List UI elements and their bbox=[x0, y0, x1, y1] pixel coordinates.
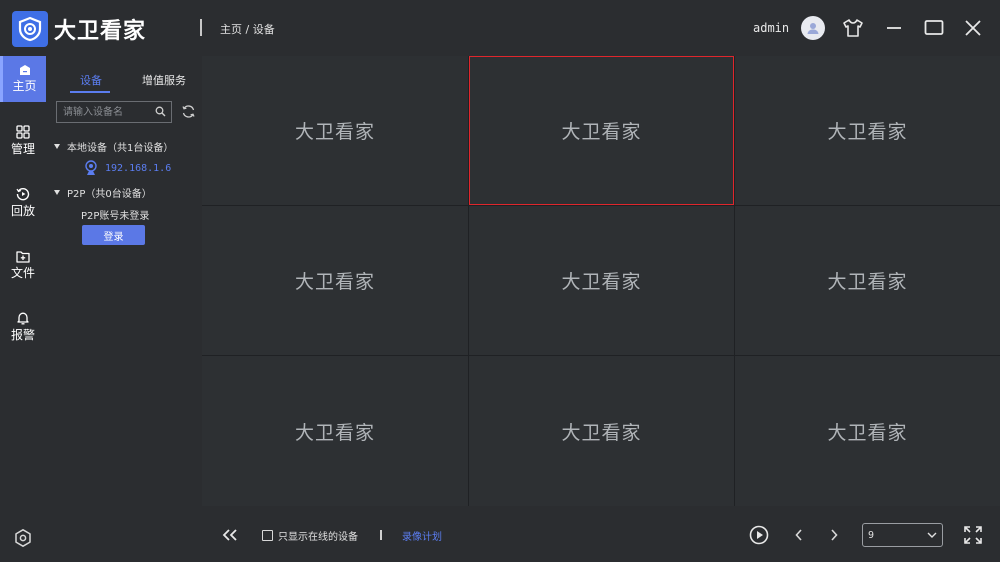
username[interactable]: admin bbox=[753, 21, 789, 35]
expand-triangle-icon bbox=[54, 144, 60, 149]
toolbar-separator bbox=[380, 530, 382, 540]
nav-label-manage: 管理 bbox=[10, 142, 35, 156]
minimize-icon[interactable] bbox=[882, 16, 906, 40]
video-grid: 大卫看家 大卫看家 大卫看家 大卫看家 大卫看家 大卫看家 大卫看家 大卫看家 … bbox=[202, 56, 1000, 506]
search-icon[interactable] bbox=[155, 106, 166, 120]
video-cell[interactable]: 大卫看家 bbox=[202, 356, 468, 506]
local-group-label: 本地设备（共1台设备） bbox=[67, 143, 174, 154]
video-cell[interactable]: 大卫看家 bbox=[469, 356, 734, 506]
split-count-value: 9 bbox=[868, 529, 875, 541]
chevron-down-icon bbox=[927, 532, 937, 538]
online-only-checkbox[interactable]: 只显示在线的设备 bbox=[262, 528, 358, 543]
video-cell-selected[interactable]: 大卫看家 bbox=[469, 56, 734, 205]
device-item[interactable]: 192.168.1.6 bbox=[84, 160, 171, 176]
tab-devices[interactable]: 设备 bbox=[80, 72, 102, 88]
video-cell[interactable]: 大卫看家 bbox=[469, 206, 734, 355]
expand-triangle-icon bbox=[54, 190, 60, 195]
title-bar: 大卫看家 主页 / 设备 admin bbox=[0, 0, 1000, 56]
playback-icon bbox=[16, 187, 30, 201]
nav-label-files: 文件 bbox=[10, 265, 35, 280]
collapse-panel-icon[interactable] bbox=[220, 525, 240, 545]
nav-item-manage[interactable]: 管理 bbox=[0, 118, 46, 164]
search-box bbox=[56, 101, 172, 123]
folder-icon bbox=[16, 250, 30, 263]
tree-local-devices[interactable]: 本地设备（共1台设备） bbox=[54, 139, 173, 154]
checkbox-box[interactable] bbox=[262, 530, 273, 541]
user-avatar-icon[interactable] bbox=[801, 16, 825, 40]
camera-icon bbox=[85, 160, 97, 175]
p2p-group-label: P2P（共0台设备） bbox=[67, 189, 152, 200]
split-count-select[interactable]: 9 bbox=[862, 523, 943, 547]
settings-icon[interactable] bbox=[13, 528, 33, 551]
tab-value-added-services[interactable]: 增值服务 bbox=[142, 72, 186, 88]
video-cell[interactable]: 大卫看家 bbox=[735, 56, 1000, 205]
maximize-icon[interactable] bbox=[922, 16, 946, 40]
nav-item-alarm[interactable]: 报警 bbox=[0, 304, 46, 350]
device-search-input[interactable] bbox=[57, 102, 151, 122]
p2p-login-note: P2P账号未登录 bbox=[81, 211, 150, 222]
device-panel: 设备 增值服务 本地设备（共1台设备） 192.168.1.6 P2P（共0台设… bbox=[46, 56, 202, 562]
nav-label-playback: 回放 bbox=[10, 204, 35, 218]
video-cell[interactable]: 大卫看家 bbox=[202, 56, 468, 205]
breadcrumb: 主页 / 设备 bbox=[220, 23, 275, 36]
nav-label-alarm: 报警 bbox=[10, 328, 35, 342]
home-icon bbox=[19, 65, 30, 75]
video-cell[interactable]: 大卫看家 bbox=[735, 356, 1000, 506]
fullscreen-icon[interactable] bbox=[962, 524, 984, 546]
next-page-icon[interactable] bbox=[825, 526, 843, 544]
nav-label-home: 主页 bbox=[12, 79, 37, 93]
nav-item-files[interactable]: 文件 bbox=[0, 242, 46, 288]
previous-page-icon[interactable] bbox=[790, 526, 808, 544]
app-name: 大卫看家 bbox=[54, 19, 147, 44]
bottom-toolbar: 只显示在线的设备 录像计划 9 bbox=[202, 506, 1000, 562]
app-logo-icon bbox=[12, 11, 48, 47]
skin-shirt-icon[interactable] bbox=[841, 16, 865, 40]
tree-p2p-devices[interactable]: P2P（共0台设备） bbox=[54, 185, 152, 200]
device-ip: 192.168.1.6 bbox=[105, 162, 172, 174]
nav-item-home[interactable]: 主页 bbox=[0, 56, 46, 102]
video-cell[interactable]: 大卫看家 bbox=[735, 206, 1000, 355]
play-icon[interactable] bbox=[748, 524, 770, 546]
record-plan-link[interactable]: 录像计划 bbox=[402, 528, 442, 543]
bell-icon bbox=[17, 312, 29, 325]
title-separator bbox=[200, 19, 202, 36]
refresh-icon[interactable] bbox=[181, 104, 196, 122]
grid-icon bbox=[16, 125, 30, 139]
left-nav: 主页 管理 回放 文件 报警 bbox=[0, 56, 46, 562]
login-button[interactable]: 登录 bbox=[82, 225, 145, 245]
tab-active-underline bbox=[70, 91, 110, 93]
nav-item-playback[interactable]: 回放 bbox=[0, 180, 46, 226]
close-icon[interactable] bbox=[961, 16, 985, 40]
online-only-label: 只显示在线的设备 bbox=[278, 532, 358, 543]
video-cell[interactable]: 大卫看家 bbox=[202, 206, 468, 355]
